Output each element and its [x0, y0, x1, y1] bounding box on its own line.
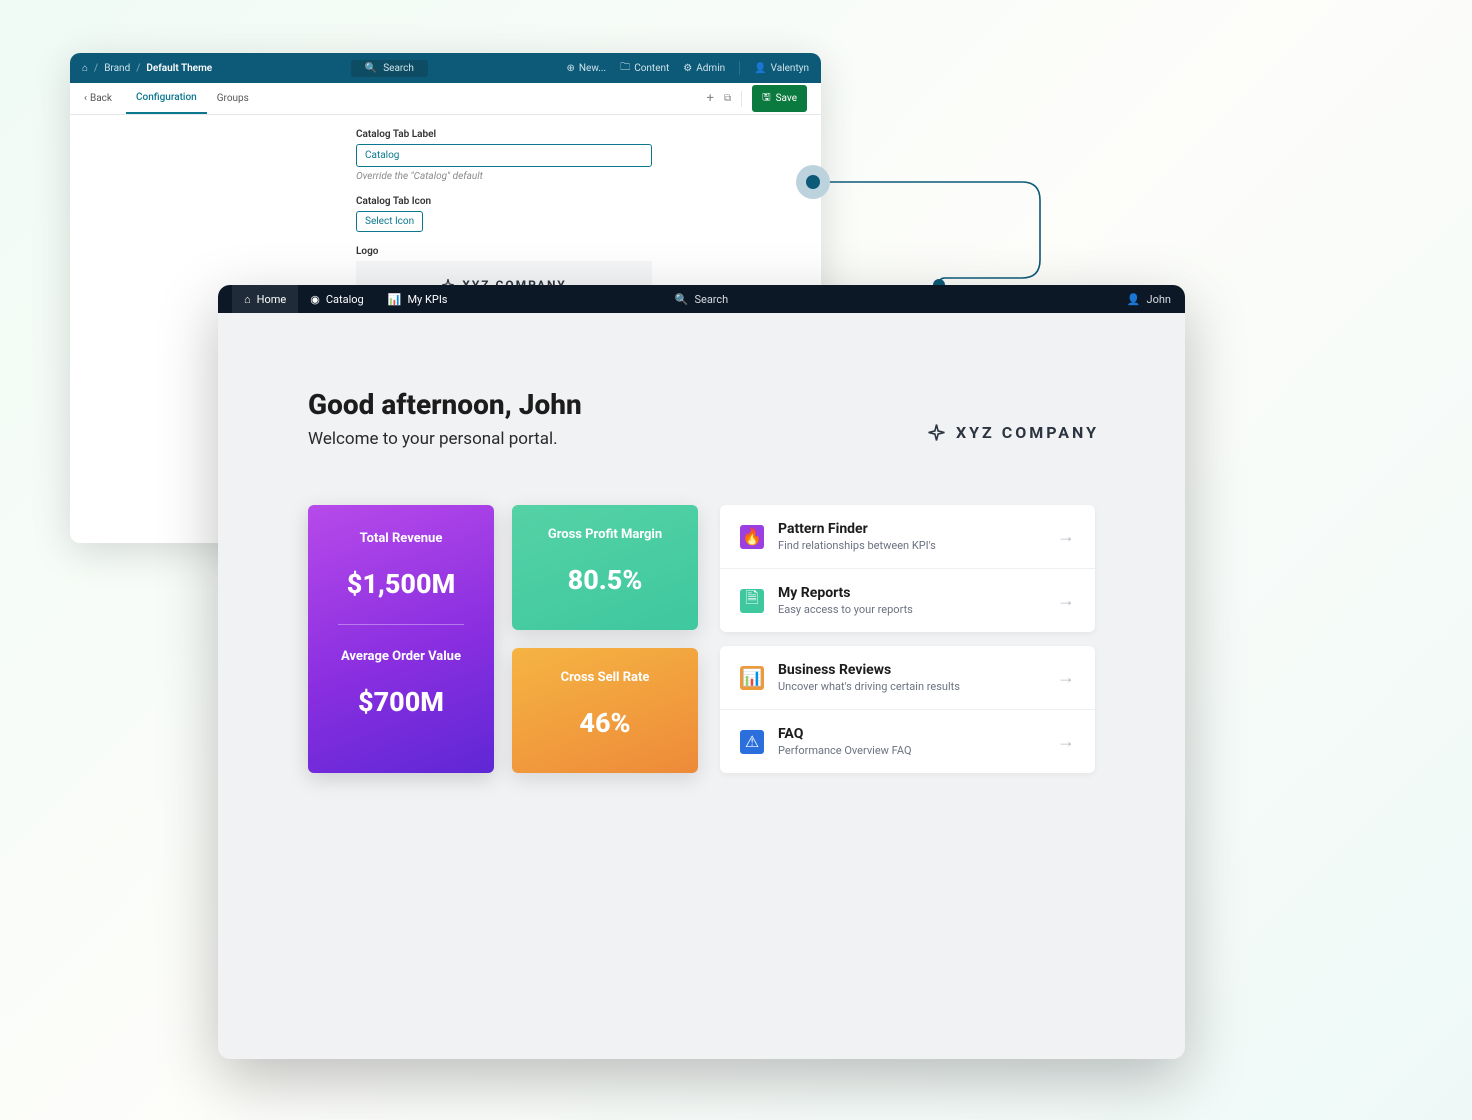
admin-button[interactable]: ⚙Admin [683, 63, 725, 74]
kpi-cross-label: Cross Sell Rate [526, 670, 684, 685]
portal-user-menu[interactable]: 👤John [1127, 293, 1171, 306]
arrow-right-icon: → [1057, 526, 1075, 547]
connector-dot-start [796, 165, 830, 199]
user-icon: 👤 [754, 63, 766, 74]
link-business-reviews[interactable]: 📊 Business ReviewsUncover what's driving… [720, 646, 1095, 709]
kpi-revenue-label: Total Revenue [324, 531, 478, 546]
portal-nav: ⌂Home ◉Catalog 📊My KPIs 🔍Search 👤John [218, 285, 1185, 313]
icon-label: Catalog Tab Icon [356, 196, 821, 207]
kpi-grid: Total Revenue $1,500M Average Order Valu… [308, 505, 698, 773]
kpi-margin-label: Gross Profit Margin [526, 527, 684, 542]
bar-chart-icon: 📊 [740, 666, 764, 690]
breadcrumb-brand: Brand [104, 63, 130, 74]
xyz-logo-icon [927, 423, 946, 442]
kpi-cross-value: 46% [526, 707, 684, 739]
kpi-revenue-value: $1,500M [324, 568, 478, 600]
breadcrumb-theme: Default Theme [146, 63, 212, 74]
kpi-margin-value: 80.5% [526, 564, 684, 596]
content-button[interactable]: 🗀Content [620, 60, 669, 77]
home-icon: ⌂ [244, 293, 251, 306]
kpi-aov-label: Average Order Value [324, 649, 478, 664]
back-button[interactable]: ‹Back [84, 93, 112, 104]
portal-search[interactable]: 🔍Search [675, 293, 729, 306]
kpi-margin[interactable]: Gross Profit Margin 80.5% [512, 505, 698, 630]
admin-subheader: ‹Back Configuration Groups + ⧉ 🖫Save [70, 83, 821, 115]
dashboard: Total Revenue $1,500M Average Order Valu… [308, 505, 1095, 773]
save-icon: 🖫 [762, 90, 771, 107]
arrow-right-icon: → [1057, 731, 1075, 752]
breadcrumb[interactable]: ⌂ / Brand / Default Theme [82, 63, 212, 74]
admin-header: ⌂ / Brand / Default Theme 🔍 Search ⊕New.… [70, 53, 821, 83]
logo-label: Logo [356, 246, 821, 257]
save-button[interactable]: 🖫Save [752, 85, 807, 112]
header-right: ⊕New... 🗀Content ⚙Admin 👤Valentyn [567, 60, 809, 77]
kpi-aov-value: $700M [324, 686, 478, 718]
add-button[interactable]: + [707, 91, 714, 106]
search-icon: 🔍 [675, 293, 689, 306]
tab-groups[interactable]: Groups [207, 84, 259, 113]
alert-icon: ⚠ [740, 730, 764, 754]
select-icon-button[interactable]: Select Icon [356, 211, 423, 232]
catalog-label: Catalog Tab Label [356, 129, 821, 140]
search-placeholder: Search [383, 63, 414, 74]
catalog-icon: ◉ [310, 293, 320, 306]
arrow-right-icon: → [1057, 590, 1075, 611]
copy-icon[interactable]: ⧉ [724, 93, 731, 104]
user-icon: 👤 [1127, 293, 1141, 306]
catalog-help: Override the "Catalog" default [356, 171, 821, 182]
folder-icon: 🗀 [620, 60, 630, 77]
nav-kpis[interactable]: 📊My KPIs [376, 293, 460, 306]
catalog-input[interactable]: Catalog [356, 144, 652, 167]
search-icon: 🔍 [365, 63, 377, 74]
flame-icon: 🔥 [740, 525, 764, 549]
greeting-title: Good afternoon, John [308, 388, 1095, 421]
header-search[interactable]: 🔍 Search [351, 60, 428, 77]
kpi-revenue-aov[interactable]: Total Revenue $1,500M Average Order Valu… [308, 505, 494, 773]
link-my-reports[interactable]: 🗎 My ReportsEasy access to your reports … [720, 568, 1095, 632]
new-button[interactable]: ⊕New... [567, 63, 607, 74]
brand-logo: XYZ COMPANY [927, 423, 1099, 442]
plus-box-icon: ⊕ [567, 63, 575, 74]
nav-catalog[interactable]: ◉Catalog [298, 293, 375, 306]
home-icon: ⌂ [82, 63, 88, 74]
dashboard-icon: 📊 [388, 293, 402, 306]
user-menu[interactable]: 👤Valentyn [754, 63, 809, 74]
chevron-left-icon: ‹ [84, 93, 87, 104]
document-icon: 🗎 [740, 589, 764, 613]
portal-window: ⌂Home ◉Catalog 📊My KPIs 🔍Search 👤John Go… [218, 285, 1185, 1059]
quick-links: 🔥 Pattern FinderFind relationships betwe… [720, 505, 1095, 773]
kpi-cross-sell[interactable]: Cross Sell Rate 46% [512, 648, 698, 773]
link-pattern-finder[interactable]: 🔥 Pattern FinderFind relationships betwe… [720, 505, 1095, 568]
tab-configuration[interactable]: Configuration [126, 83, 207, 114]
arrow-right-icon: → [1057, 667, 1075, 688]
gear-icon: ⚙ [683, 63, 692, 74]
link-faq[interactable]: ⚠ FAQPerformance Overview FAQ → [720, 709, 1095, 773]
nav-home[interactable]: ⌂Home [232, 285, 298, 313]
